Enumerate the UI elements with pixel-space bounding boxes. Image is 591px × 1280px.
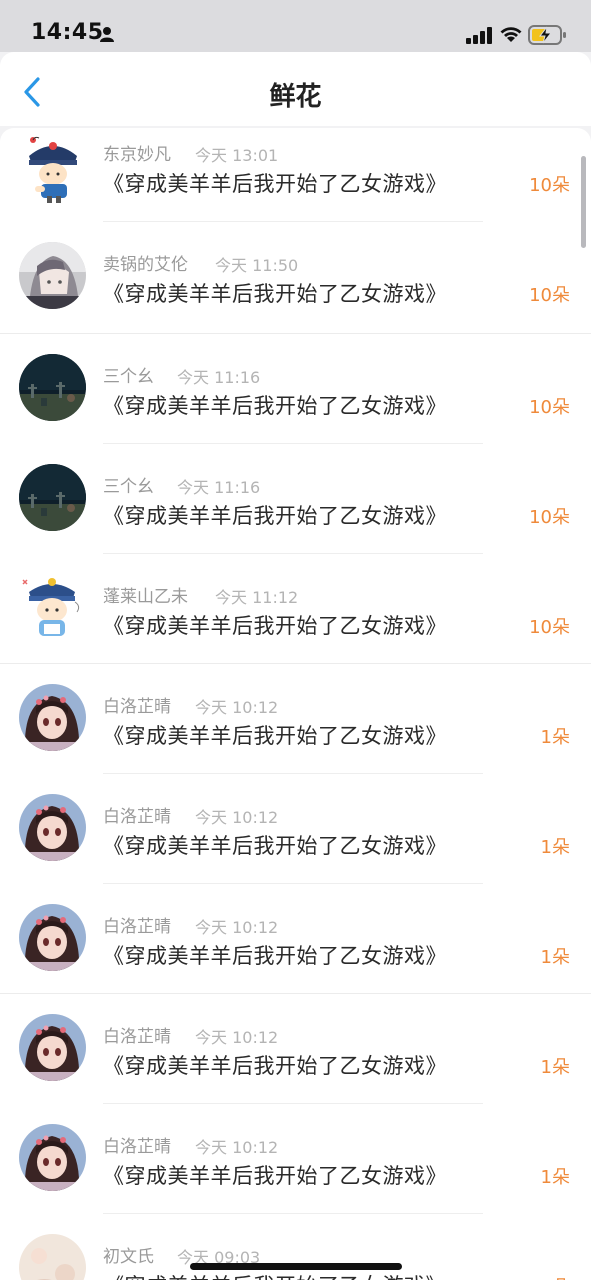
flower-count: 10朵 bbox=[529, 617, 570, 638]
avatar[interactable] bbox=[19, 464, 86, 531]
username[interactable]: 白洛芷晴 bbox=[103, 802, 171, 827]
username[interactable]: 初文氏 bbox=[103, 1242, 154, 1267]
book-title[interactable]: 《穿成美羊羊后我开始了乙女游戏》 bbox=[103, 500, 447, 530]
book-title[interactable]: 《穿成美羊羊后我开始了乙女游戏》 bbox=[103, 1270, 447, 1280]
flower-count: 10朵 bbox=[529, 175, 570, 196]
book-title[interactable]: 《穿成美羊羊后我开始了乙女游戏》 bbox=[103, 1160, 447, 1190]
signal-icon bbox=[466, 27, 492, 44]
username[interactable]: 白洛芷晴 bbox=[103, 1022, 171, 1047]
book-title[interactable]: 《穿成美羊羊后我开始了乙女游戏》 bbox=[103, 720, 447, 750]
book-title[interactable]: 《穿成美羊羊后我开始了乙女游戏》 bbox=[103, 940, 447, 970]
flower-count: 1朵 bbox=[540, 837, 570, 858]
nav-bar: 鲜花 bbox=[0, 52, 591, 126]
list-item[interactable]: 白洛芷晴 今天 10:12 《穿成美羊羊后我开始了乙女游戏》 1朵 bbox=[0, 884, 591, 994]
avatar[interactable] bbox=[19, 1124, 86, 1191]
book-title[interactable]: 《穿成美羊羊后我开始了乙女游戏》 bbox=[103, 278, 447, 308]
flower-count: 1朵 bbox=[540, 947, 570, 968]
avatar[interactable] bbox=[19, 794, 86, 861]
timestamp: 今天 10:12 bbox=[195, 1138, 279, 1157]
username[interactable]: 东京妙凡 bbox=[103, 140, 171, 165]
avatar[interactable] bbox=[19, 242, 86, 309]
timestamp: 今天 11:16 bbox=[177, 368, 261, 387]
book-title[interactable]: 《穿成美羊羊后我开始了乙女游戏》 bbox=[103, 390, 447, 420]
avatar[interactable] bbox=[19, 134, 86, 203]
home-indicator[interactable] bbox=[190, 1263, 402, 1270]
page-title: 鲜花 bbox=[269, 82, 322, 112]
timestamp: 今天 10:12 bbox=[195, 698, 279, 717]
avatar[interactable] bbox=[19, 684, 86, 751]
list-item[interactable]: 白洛芷晴 今天 10:12 《穿成美羊羊后我开始了乙女游戏》 1朵 bbox=[0, 664, 591, 774]
avatar[interactable] bbox=[19, 904, 86, 971]
username[interactable]: 白洛芷晴 bbox=[103, 692, 171, 717]
avatar[interactable] bbox=[19, 572, 86, 639]
flower-count: 1朵 bbox=[540, 727, 570, 748]
timestamp: 今天 10:12 bbox=[195, 808, 279, 827]
book-title[interactable]: 《穿成美羊羊后我开始了乙女游戏》 bbox=[103, 168, 447, 198]
person-icon bbox=[100, 27, 114, 42]
list-item[interactable]: 卖锅的艾伦 今天 11:50 《穿成美羊羊后我开始了乙女游戏》 10朵 bbox=[0, 222, 591, 334]
wifi-icon bbox=[500, 27, 522, 42]
flower-count: 10朵 bbox=[529, 507, 570, 528]
scrollbar[interactable] bbox=[581, 156, 586, 248]
list-item[interactable]: 白洛芷晴 今天 10:12 《穿成美羊羊后我开始了乙女游戏》 1朵 bbox=[0, 1104, 591, 1214]
list-item[interactable]: 三个幺 今天 11:16 《穿成美羊羊后我开始了乙女游戏》 10朵 bbox=[0, 334, 591, 444]
timestamp: 今天 11:12 bbox=[215, 588, 299, 607]
flower-count: 1朵 bbox=[540, 1057, 570, 1078]
flower-count: 1朵 bbox=[540, 1167, 570, 1188]
avatar[interactable] bbox=[19, 354, 86, 421]
list-item[interactable]: 蓬莱山乙未 今天 11:12 《穿成美羊羊后我开始了乙女游戏》 10朵 bbox=[0, 554, 591, 664]
timestamp: 今天 10:12 bbox=[195, 1028, 279, 1047]
username[interactable]: 卖锅的艾伦 bbox=[103, 250, 188, 275]
flower-count: 1朵 bbox=[541, 1273, 570, 1280]
flower-count: 10朵 bbox=[529, 285, 570, 306]
timestamp: 今天 11:50 bbox=[215, 256, 299, 275]
book-title[interactable]: 《穿成美羊羊后我开始了乙女游戏》 bbox=[103, 1050, 447, 1080]
book-title[interactable]: 《穿成美羊羊后我开始了乙女游戏》 bbox=[103, 830, 447, 860]
battery-charging-icon bbox=[528, 25, 566, 45]
flower-list: 东京妙凡 今天 13:01 《穿成美羊羊后我开始了乙女游戏》 10朵 卖锅的艾伦… bbox=[0, 128, 591, 1280]
flower-count: 10朵 bbox=[529, 397, 570, 418]
status-bar: 14:45 bbox=[0, 0, 591, 52]
status-time: 14:45 bbox=[31, 20, 104, 45]
list-item[interactable]: 三个幺 今天 11:16 《穿成美羊羊后我开始了乙女游戏》 10朵 bbox=[0, 444, 591, 554]
username[interactable]: 三个幺 bbox=[103, 472, 154, 497]
username[interactable]: 白洛芷晴 bbox=[103, 912, 171, 937]
username[interactable]: 三个幺 bbox=[103, 362, 154, 387]
list-item[interactable]: 初文氏 今天 09:03 《穿成美羊羊后我开始了乙女游戏》 1朵 bbox=[0, 1214, 591, 1280]
list-item[interactable]: 白洛芷晴 今天 10:12 《穿成美羊羊后我开始了乙女游戏》 1朵 bbox=[0, 774, 591, 884]
avatar[interactable] bbox=[19, 1234, 86, 1280]
avatar[interactable] bbox=[19, 1014, 86, 1081]
timestamp: 今天 13:01 bbox=[195, 146, 279, 165]
timestamp: 今天 10:12 bbox=[195, 918, 279, 937]
username[interactable]: 蓬莱山乙未 bbox=[103, 582, 188, 607]
book-title[interactable]: 《穿成美羊羊后我开始了乙女游戏》 bbox=[103, 610, 447, 640]
list-item[interactable]: 白洛芷晴 今天 10:12 《穿成美羊羊后我开始了乙女游戏》 1朵 bbox=[0, 994, 591, 1104]
timestamp: 今天 11:16 bbox=[177, 478, 261, 497]
username[interactable]: 白洛芷晴 bbox=[103, 1132, 171, 1157]
